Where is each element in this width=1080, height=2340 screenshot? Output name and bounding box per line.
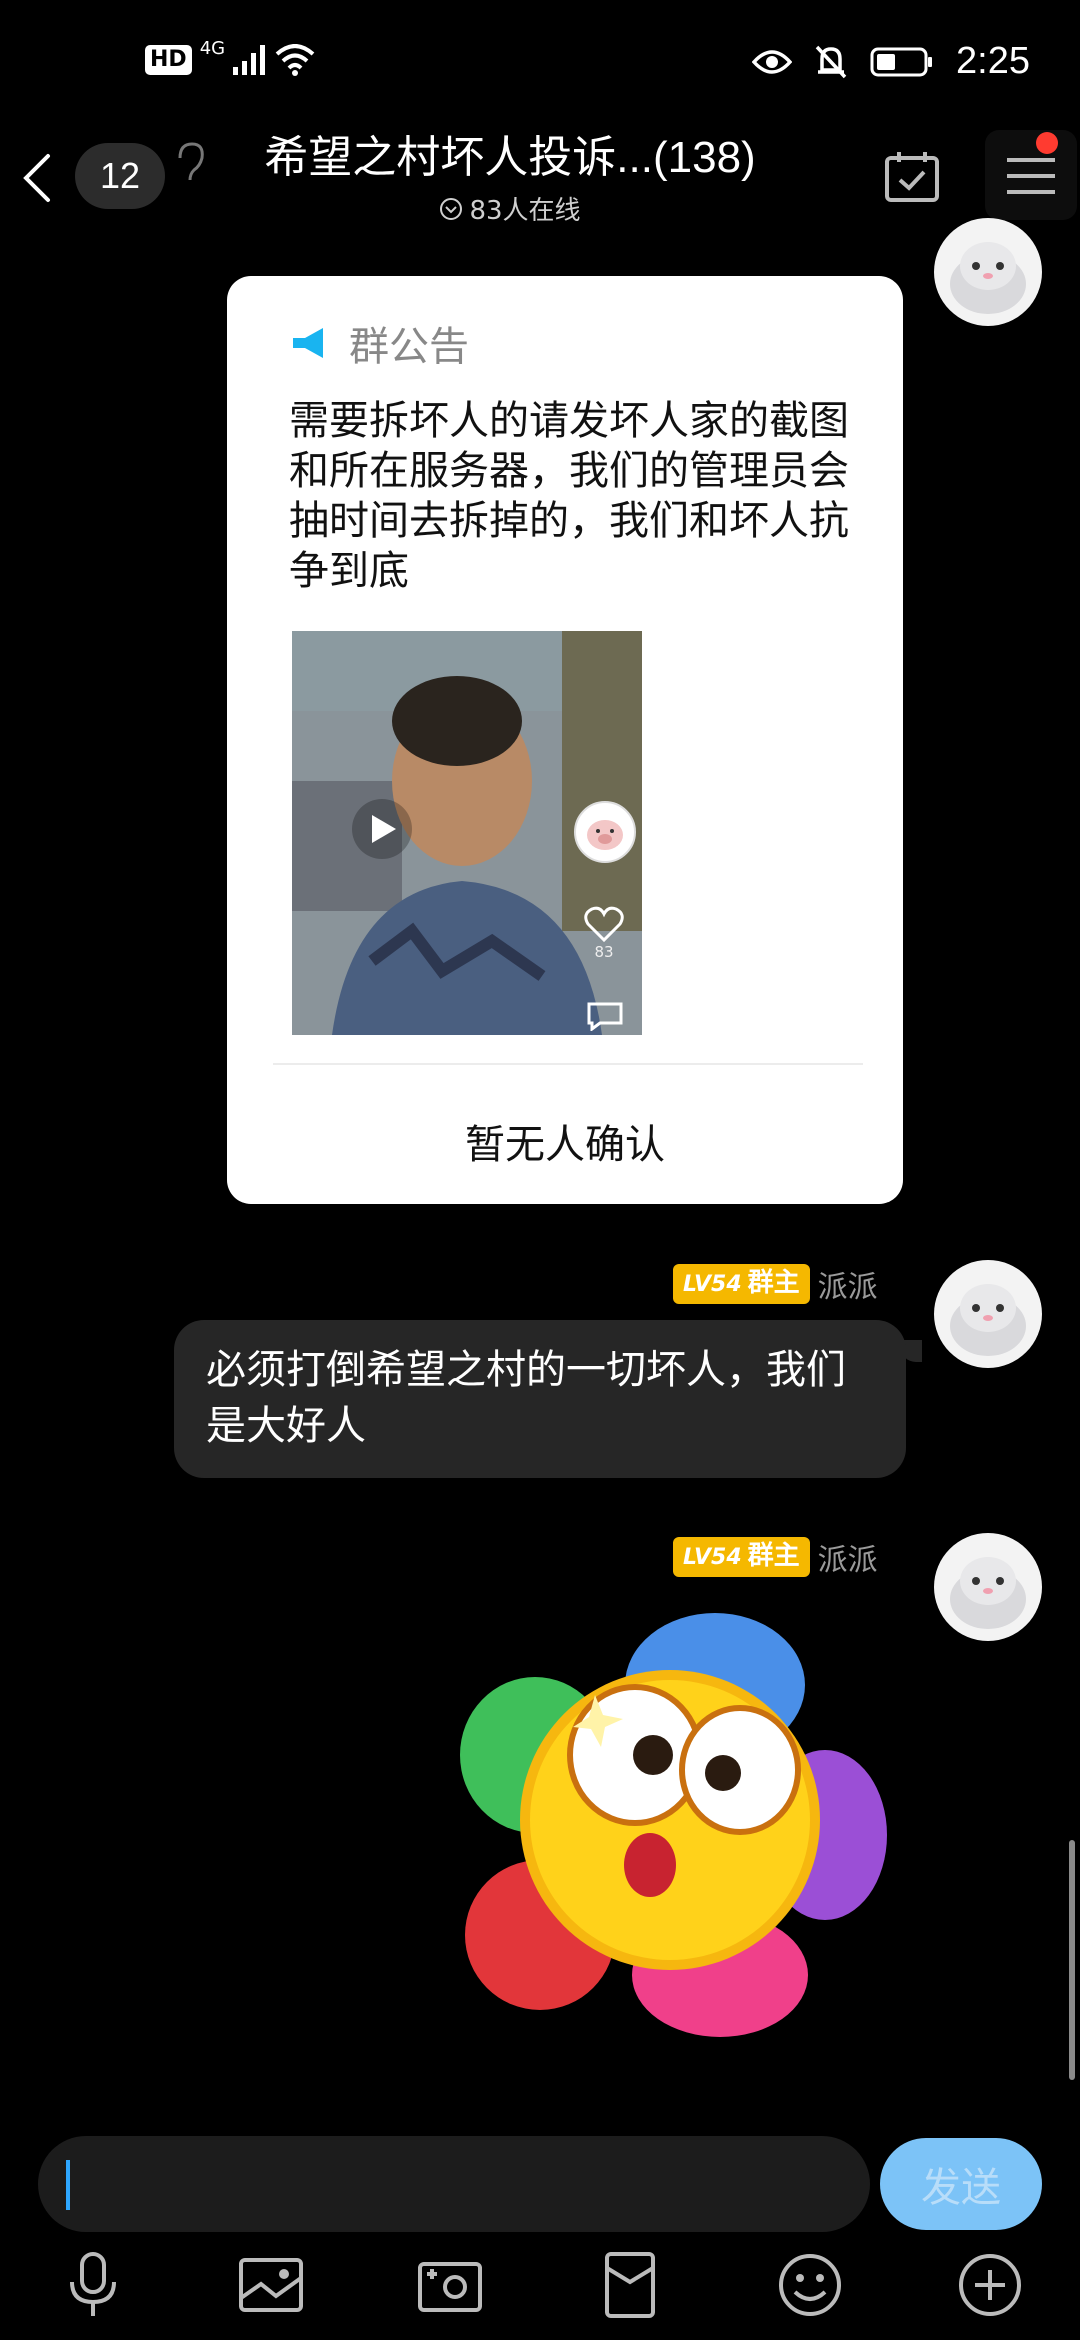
play-button[interactable] bbox=[352, 799, 412, 859]
comment-icon[interactable] bbox=[586, 1001, 624, 1031]
message-text: 必须打倒希望之村的一切坏人，我们是大好人 bbox=[206, 1347, 846, 1449]
send-button[interactable]: 发送 bbox=[880, 2138, 1042, 2230]
image-icon[interactable] bbox=[236, 2250, 306, 2320]
sender-name[interactable]: 派派 bbox=[818, 1262, 878, 1306]
unread-count-badge[interactable]: 12 bbox=[75, 143, 165, 209]
online-status: 83人在线 bbox=[230, 190, 790, 227]
text-cursor bbox=[66, 2160, 70, 2210]
hamster-avatar-icon bbox=[950, 1557, 1026, 1629]
menu-button[interactable] bbox=[985, 130, 1077, 220]
notification-dot bbox=[1036, 132, 1058, 154]
hamster-avatar-icon bbox=[950, 242, 1026, 314]
announcement-card[interactable]: 群公告 需要拆坏人的请发坏人家的截图和所在服务器，我们的管理员会抽时间去拆掉的，… bbox=[227, 276, 903, 1204]
video-thumbnail[interactable]: 83 bbox=[292, 631, 642, 1035]
avatar[interactable] bbox=[934, 218, 1042, 326]
confirm-status[interactable]: 暂无人确认 bbox=[227, 1112, 903, 1170]
battery-icon bbox=[870, 47, 933, 76]
creator-avatar bbox=[574, 801, 636, 863]
camera-icon[interactable] bbox=[415, 2250, 485, 2320]
announcement-header: 群公告 bbox=[289, 314, 469, 372]
ear-icon bbox=[178, 142, 204, 181]
mute-bell-icon bbox=[815, 45, 847, 78]
announcement-body: 需要拆坏人的请发坏人家的截图和所在服务器，我们的管理员会抽时间去拆掉的，我们和坏… bbox=[289, 398, 849, 594]
network-type: 4G bbox=[199, 37, 226, 59]
chevron-down-circle-icon bbox=[440, 197, 463, 220]
level-badge: LV54 群主 bbox=[673, 1537, 810, 1577]
group-title[interactable]: 希望之村坏人投诉...(138) bbox=[230, 128, 790, 188]
back-arrow-icon[interactable] bbox=[18, 150, 54, 206]
divider bbox=[273, 1063, 863, 1065]
plus-icon[interactable] bbox=[955, 2250, 1025, 2320]
flower-emoji-sticker[interactable] bbox=[455, 1605, 895, 2045]
play-icon bbox=[372, 815, 396, 843]
calendar-check-icon[interactable] bbox=[884, 150, 940, 202]
clock: 2:25 bbox=[956, 40, 1030, 82]
pig-icon bbox=[587, 820, 623, 850]
avatar[interactable] bbox=[934, 1260, 1042, 1368]
level-badge: LV54 群主 bbox=[673, 1264, 810, 1304]
status-left: HD 4G bbox=[145, 38, 315, 76]
avatar[interactable] bbox=[934, 1533, 1042, 1641]
sender-name[interactable]: 派派 bbox=[818, 1535, 878, 1579]
message-input[interactable] bbox=[38, 2136, 870, 2232]
red-packet-icon[interactable] bbox=[595, 2250, 665, 2320]
sender-meta: LV54 群主 派派 bbox=[673, 1535, 878, 1579]
bottom-toolbar bbox=[0, 2250, 1080, 2340]
signal-icon bbox=[233, 45, 266, 75]
hamster-avatar-icon bbox=[950, 1284, 1026, 1356]
eye-icon bbox=[752, 49, 793, 74]
status-right: 2:25 bbox=[752, 40, 1030, 83]
wifi-icon bbox=[275, 44, 315, 76]
role-label: 群主 bbox=[747, 1268, 800, 1298]
message-bubble[interactable]: 必须打倒希望之村的一切坏人，我们是大好人 bbox=[174, 1320, 906, 1478]
like-count: 83 bbox=[594, 943, 614, 961]
level-number: LV54 bbox=[683, 1272, 742, 1297]
hamburger-menu-icon bbox=[1007, 158, 1055, 194]
megaphone-icon bbox=[293, 328, 323, 358]
role-label: 群主 bbox=[747, 1541, 800, 1571]
microphone-icon[interactable] bbox=[58, 2250, 128, 2320]
like-heart-icon[interactable] bbox=[584, 906, 624, 942]
chat-header[interactable]: 希望之村坏人投诉...(138) 83人在线 bbox=[230, 128, 790, 227]
announcement-label: 群公告 bbox=[349, 324, 469, 370]
emoji-icon[interactable] bbox=[775, 2250, 845, 2320]
online-count: 83人在线 bbox=[469, 196, 581, 226]
hd-indicator: HD bbox=[145, 45, 192, 75]
sender-meta: LV54 群主 派派 bbox=[673, 1262, 878, 1306]
scrollbar[interactable] bbox=[1069, 1840, 1075, 2080]
level-number: LV54 bbox=[683, 1545, 742, 1570]
status-bar: HD 4G 2:25 bbox=[0, 0, 1080, 130]
